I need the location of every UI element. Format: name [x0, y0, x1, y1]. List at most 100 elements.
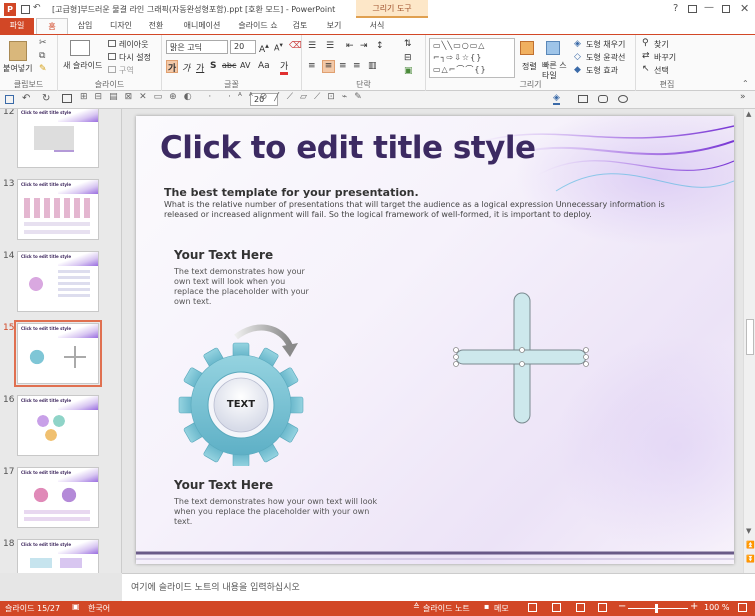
reset-button[interactable]: 다시 설정 — [119, 52, 151, 63]
layout-button[interactable]: 레이아웃 — [119, 39, 148, 50]
text-shadow-button[interactable]: S — [210, 61, 216, 71]
font-color-button[interactable]: 가 — [280, 59, 289, 75]
shape-effects-button[interactable]: 도형 효과 — [586, 65, 618, 76]
normal-view-icon[interactable] — [528, 603, 537, 612]
slide-thumbnail[interactable]: Click to edit title style — [17, 179, 99, 240]
decrease-indent-icon[interactable]: ⇤ — [346, 41, 354, 51]
numbering-icon[interactable]: ☰ — [326, 41, 334, 51]
slide-thumbnail[interactable]: Click to edit title style — [14, 320, 102, 387]
tab-animations[interactable]: 애니메이션 — [176, 18, 228, 34]
bold-button[interactable]: 가 — [166, 60, 178, 74]
zoom-slider-thumb[interactable] — [655, 604, 658, 613]
new-slide-icon[interactable] — [70, 40, 90, 56]
tab-transitions[interactable]: 전환 — [142, 18, 170, 34]
ribbon-display-icon[interactable] — [688, 5, 697, 13]
paste-button[interactable]: 붙여넣기 — [3, 63, 32, 74]
slide-subtitle[interactable]: The best template for your presentation. — [164, 186, 419, 199]
qat-oval-icon[interactable] — [618, 95, 628, 103]
align-center-icon[interactable]: ≡ — [322, 60, 335, 73]
replace-button[interactable]: 바꾸기 — [654, 52, 676, 63]
tab-slideshow[interactable]: 슬라이드 쇼 — [232, 18, 284, 34]
align-right-icon[interactable]: ≡ — [339, 61, 347, 71]
tab-home[interactable]: 홈 — [36, 18, 68, 34]
slide-canvas[interactable]: Click to edit title style The best templ… — [136, 116, 734, 564]
arrange-button[interactable]: 정렬 — [522, 61, 537, 72]
tab-format[interactable]: 서식 — [358, 18, 396, 34]
undo-icon[interactable]: ↶ — [33, 3, 41, 13]
maximize-button[interactable] — [722, 5, 730, 13]
slide-thumbnail[interactable]: Click to edit title style — [17, 539, 99, 573]
fit-slide-icon[interactable] — [738, 603, 747, 612]
qat-more-icon[interactable]: » — [740, 92, 746, 102]
columns-icon[interactable]: ▥ — [368, 61, 377, 71]
select-button[interactable]: 선택 — [654, 65, 669, 76]
strikethrough-button[interactable]: abc — [222, 61, 236, 70]
notes-toggle-button[interactable]: 슬라이드 노트 — [423, 603, 470, 614]
slide-title[interactable]: Click to edit title style — [160, 130, 536, 166]
qat-rounded-rect-icon[interactable] — [598, 95, 608, 103]
collapse-ribbon-icon[interactable]: ⌃ — [742, 79, 749, 88]
tab-file[interactable]: 파일 — [0, 18, 34, 34]
font-name-select[interactable]: 맑은 고딕 — [166, 40, 228, 54]
slide-body-text[interactable]: What is the relative number of presentat… — [164, 200, 674, 220]
vertical-scrollbar[interactable]: ▲ ▼ ⏫ ⏬ — [743, 109, 755, 573]
slideshow-view-icon[interactable] — [598, 603, 607, 612]
gear-center-label[interactable]: TEXT — [221, 399, 261, 410]
qat-redo-icon[interactable]: ↻ — [42, 93, 50, 104]
line-spacing-icon[interactable]: ↕ — [376, 41, 384, 51]
shrink-font-icon[interactable]: A▾ — [274, 41, 283, 53]
slide-thumbnail[interactable]: Click to edit title style — [17, 251, 99, 312]
scroll-down-icon[interactable]: ▼ — [746, 527, 751, 535]
format-painter-icon[interactable]: ✎ — [39, 64, 47, 74]
zoom-out-icon[interactable]: − — [618, 601, 626, 612]
slide-thumbnail[interactable]: Click to edit title style — [17, 109, 99, 168]
cut-icon[interactable]: ✂ — [39, 38, 47, 48]
block1-heading[interactable]: Your Text Here — [174, 248, 273, 262]
block2-heading[interactable]: Your Text Here — [174, 478, 273, 492]
notes-placeholder[interactable]: 여기에 슬라이드 노트의 내용을 입력하십시오 — [131, 583, 300, 593]
qat-present-icon[interactable] — [62, 94, 72, 103]
minimize-button[interactable]: — — [704, 2, 714, 13]
copy-icon[interactable]: ⧉ — [39, 51, 45, 61]
bullets-icon[interactable]: ☰ — [308, 41, 316, 51]
block2-text[interactable]: The text demonstrates how your own text … — [174, 497, 389, 527]
notes-pane[interactable]: 여기에 슬라이드 노트의 내용을 입력하십시오 — [122, 573, 755, 601]
justify-icon[interactable]: ≡ — [353, 61, 361, 71]
new-slide-button[interactable]: 새 슬라이드 — [63, 60, 102, 71]
tab-review[interactable]: 검토 — [288, 18, 312, 34]
prev-slide-icon[interactable]: ⏫ — [746, 541, 755, 549]
scroll-up-icon[interactable]: ▲ — [746, 110, 751, 118]
save-icon[interactable] — [21, 5, 30, 14]
smartart-icon[interactable]: ▣ — [404, 66, 413, 76]
zoom-in-icon[interactable]: + — [690, 601, 698, 612]
underline-icon[interactable]: 가 — [196, 61, 204, 74]
block1-text[interactable]: The text demonstrates how your own text … — [174, 267, 312, 307]
gear-graphic[interactable] — [176, 321, 306, 466]
change-case-button[interactable]: Aa — [258, 61, 270, 71]
notes-toggle-icon[interactable]: ≙ — [413, 602, 420, 611]
find-button[interactable]: 찾기 — [654, 39, 669, 50]
quick-styles-button[interactable]: 빠른 스타일 — [542, 61, 570, 81]
reading-view-icon[interactable] — [576, 603, 585, 612]
grow-font-icon[interactable]: A▴ — [259, 41, 269, 55]
tab-view[interactable]: 보기 — [322, 18, 346, 34]
increase-indent-icon[interactable]: ⇥ — [360, 41, 368, 51]
char-spacing-button[interactable]: AV — [240, 61, 250, 70]
slide-sorter-icon[interactable] — [552, 603, 561, 612]
spellcheck-icon[interactable]: ▣ — [72, 602, 80, 611]
italic-icon[interactable]: 가 — [182, 61, 190, 74]
language-indicator[interactable]: 한국어 — [88, 603, 110, 614]
qat-undo-icon[interactable]: ↶ — [22, 93, 30, 104]
align-text-icon[interactable]: ⊟ — [404, 53, 412, 63]
slide-thumbnail[interactable]: Click to edit title style — [17, 395, 99, 456]
clear-format-icon[interactable]: ⌫ — [289, 41, 302, 51]
scroll-thumb[interactable] — [746, 319, 754, 355]
font-size-select[interactable]: 20 — [230, 40, 256, 54]
section-button[interactable]: 구역 — [119, 65, 134, 76]
zoom-slider[interactable] — [628, 608, 688, 609]
qat-save-icon[interactable] — [5, 95, 14, 104]
shapes-gallery[interactable]: ▭╲╲▭○▭△ ⌐┐⇨⇩☆{} ▭△⌐⌒⌒{} — [429, 38, 515, 78]
tab-design[interactable]: 디자인 — [104, 18, 138, 34]
comments-icon[interactable]: ▪ — [484, 602, 489, 611]
shape-fill-button[interactable]: 도형 채우기 — [586, 39, 625, 50]
